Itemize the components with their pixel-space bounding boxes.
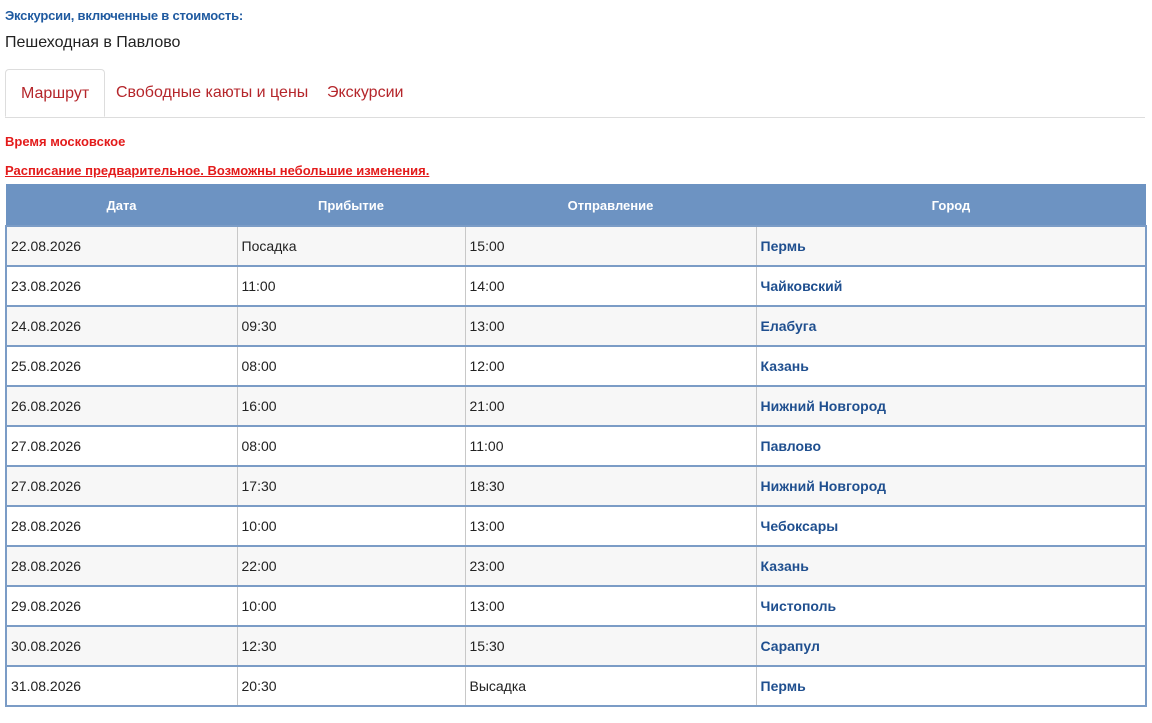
arrival-cell: 08:00 xyxy=(236,425,465,466)
date-cell: 24.08.2026 xyxy=(5,305,237,346)
date-cell: 28.08.2026 xyxy=(5,505,237,546)
arrival-cell: Посадка xyxy=(236,225,465,266)
tab-cabins-prices[interactable]: Свободные каюты и цены xyxy=(101,69,323,116)
departure-cell: 13:00 xyxy=(464,585,756,626)
city-link[interactable]: Павлово xyxy=(755,425,1147,466)
table-row: 28.08.2026 10:00 13:00 Чебоксары xyxy=(5,505,1147,546)
route-schedule-table: Дата Прибытие Отправление Город 22.08.20… xyxy=(5,184,1147,707)
arrival-cell: 20:30 xyxy=(236,665,465,707)
header-arrival: Прибытие xyxy=(237,184,465,226)
table-header-row: Дата Прибытие Отправление Город xyxy=(6,184,1146,226)
departure-cell: 12:00 xyxy=(464,345,756,386)
city-link[interactable]: Чистополь xyxy=(755,585,1147,626)
departure-cell: 15:30 xyxy=(464,625,756,666)
date-cell: 22.08.2026 xyxy=(5,225,237,266)
table-row: 31.08.2026 20:30 Высадка Пермь xyxy=(5,665,1147,707)
date-cell: 27.08.2026 xyxy=(5,465,237,506)
date-cell: 30.08.2026 xyxy=(5,625,237,666)
date-cell: 26.08.2026 xyxy=(5,385,237,426)
city-link[interactable]: Нижний Новгород xyxy=(755,385,1147,426)
tab-bar: Маршрут Свободные каюты и цены Экскурсии xyxy=(5,69,1145,118)
schedule-body: 22.08.2026 Посадка 15:00 Пермь 23.08.2026 11:… xyxy=(5,225,1147,707)
table-row: 28.08.2026 22:00 23:00 Казань xyxy=(5,545,1147,586)
arrival-cell: 16:00 xyxy=(236,385,465,426)
table-row: 23.08.2026 11:00 14:00 Чайковский xyxy=(5,265,1147,306)
arrival-cell: 12:30 xyxy=(236,625,465,666)
table-row: 27.08.2026 08:00 11:00 Павлово xyxy=(5,425,1147,466)
header-date: Дата xyxy=(6,184,237,226)
departure-cell: 23:00 xyxy=(464,545,756,586)
table-row: 25.08.2026 08:00 12:00 Казань xyxy=(5,345,1147,386)
city-link[interactable]: Елабуга xyxy=(755,305,1147,346)
departure-cell: 11:00 xyxy=(464,425,756,466)
date-cell: 28.08.2026 xyxy=(5,545,237,586)
table-row: 30.08.2026 12:30 15:30 Сарапул xyxy=(5,625,1147,666)
departure-cell: 18:30 xyxy=(464,465,756,506)
departure-cell: 15:00 xyxy=(464,225,756,266)
included-excursions-heading: Экскурсии, включенные в стоимость: xyxy=(5,8,243,23)
date-cell: 31.08.2026 xyxy=(5,665,237,707)
city-link[interactable]: Казань xyxy=(755,545,1147,586)
table-row: 27.08.2026 17:30 18:30 Нижний Новгород xyxy=(5,465,1147,506)
departure-cell: 13:00 xyxy=(464,305,756,346)
date-cell: 27.08.2026 xyxy=(5,425,237,466)
table-row: 24.08.2026 09:30 13:00 Елабуга xyxy=(5,305,1147,346)
arrival-cell: 22:00 xyxy=(236,545,465,586)
cruise-route-page: Экскурсии, включенные в стоимость: Пешех… xyxy=(0,0,1152,723)
departure-cell: 21:00 xyxy=(464,385,756,426)
tab-excursions[interactable]: Экскурсии xyxy=(312,69,418,116)
departure-cell: 14:00 xyxy=(464,265,756,306)
city-link[interactable]: Нижний Новгород xyxy=(755,465,1147,506)
arrival-cell: 09:30 xyxy=(236,305,465,346)
table-row: 22.08.2026 Посадка 15:00 Пермь xyxy=(5,225,1147,266)
included-excursion-item: Пешеходная в Павлово xyxy=(5,34,181,51)
city-link[interactable]: Пермь xyxy=(755,665,1147,707)
city-link[interactable]: Пермь xyxy=(755,225,1147,266)
preliminary-schedule-notice: Расписание предварительное. Возможны неб… xyxy=(5,163,430,178)
header-city: Город xyxy=(756,184,1146,226)
header-departure: Отправление xyxy=(465,184,756,226)
city-link[interactable]: Чебоксары xyxy=(755,505,1147,546)
tab-route[interactable]: Маршрут xyxy=(5,69,106,117)
arrival-cell: 10:00 xyxy=(236,505,465,546)
date-cell: 29.08.2026 xyxy=(5,585,237,626)
arrival-cell: 10:00 xyxy=(236,585,465,626)
date-cell: 25.08.2026 xyxy=(5,345,237,386)
arrival-cell: 11:00 xyxy=(236,265,465,306)
date-cell: 23.08.2026 xyxy=(5,265,237,306)
departure-cell: 13:00 xyxy=(464,505,756,546)
timezone-notice: Время московское xyxy=(5,134,126,149)
arrival-cell: 08:00 xyxy=(236,345,465,386)
arrival-cell: 17:30 xyxy=(236,465,465,506)
table-row: 26.08.2026 16:00 21:00 Нижний Новгород xyxy=(5,385,1147,426)
city-link[interactable]: Сарапул xyxy=(755,625,1147,666)
departure-cell: Высадка xyxy=(464,665,756,707)
city-link[interactable]: Чайковский xyxy=(755,265,1147,306)
city-link[interactable]: Казань xyxy=(755,345,1147,386)
table-row: 29.08.2026 10:00 13:00 Чистополь xyxy=(5,585,1147,626)
